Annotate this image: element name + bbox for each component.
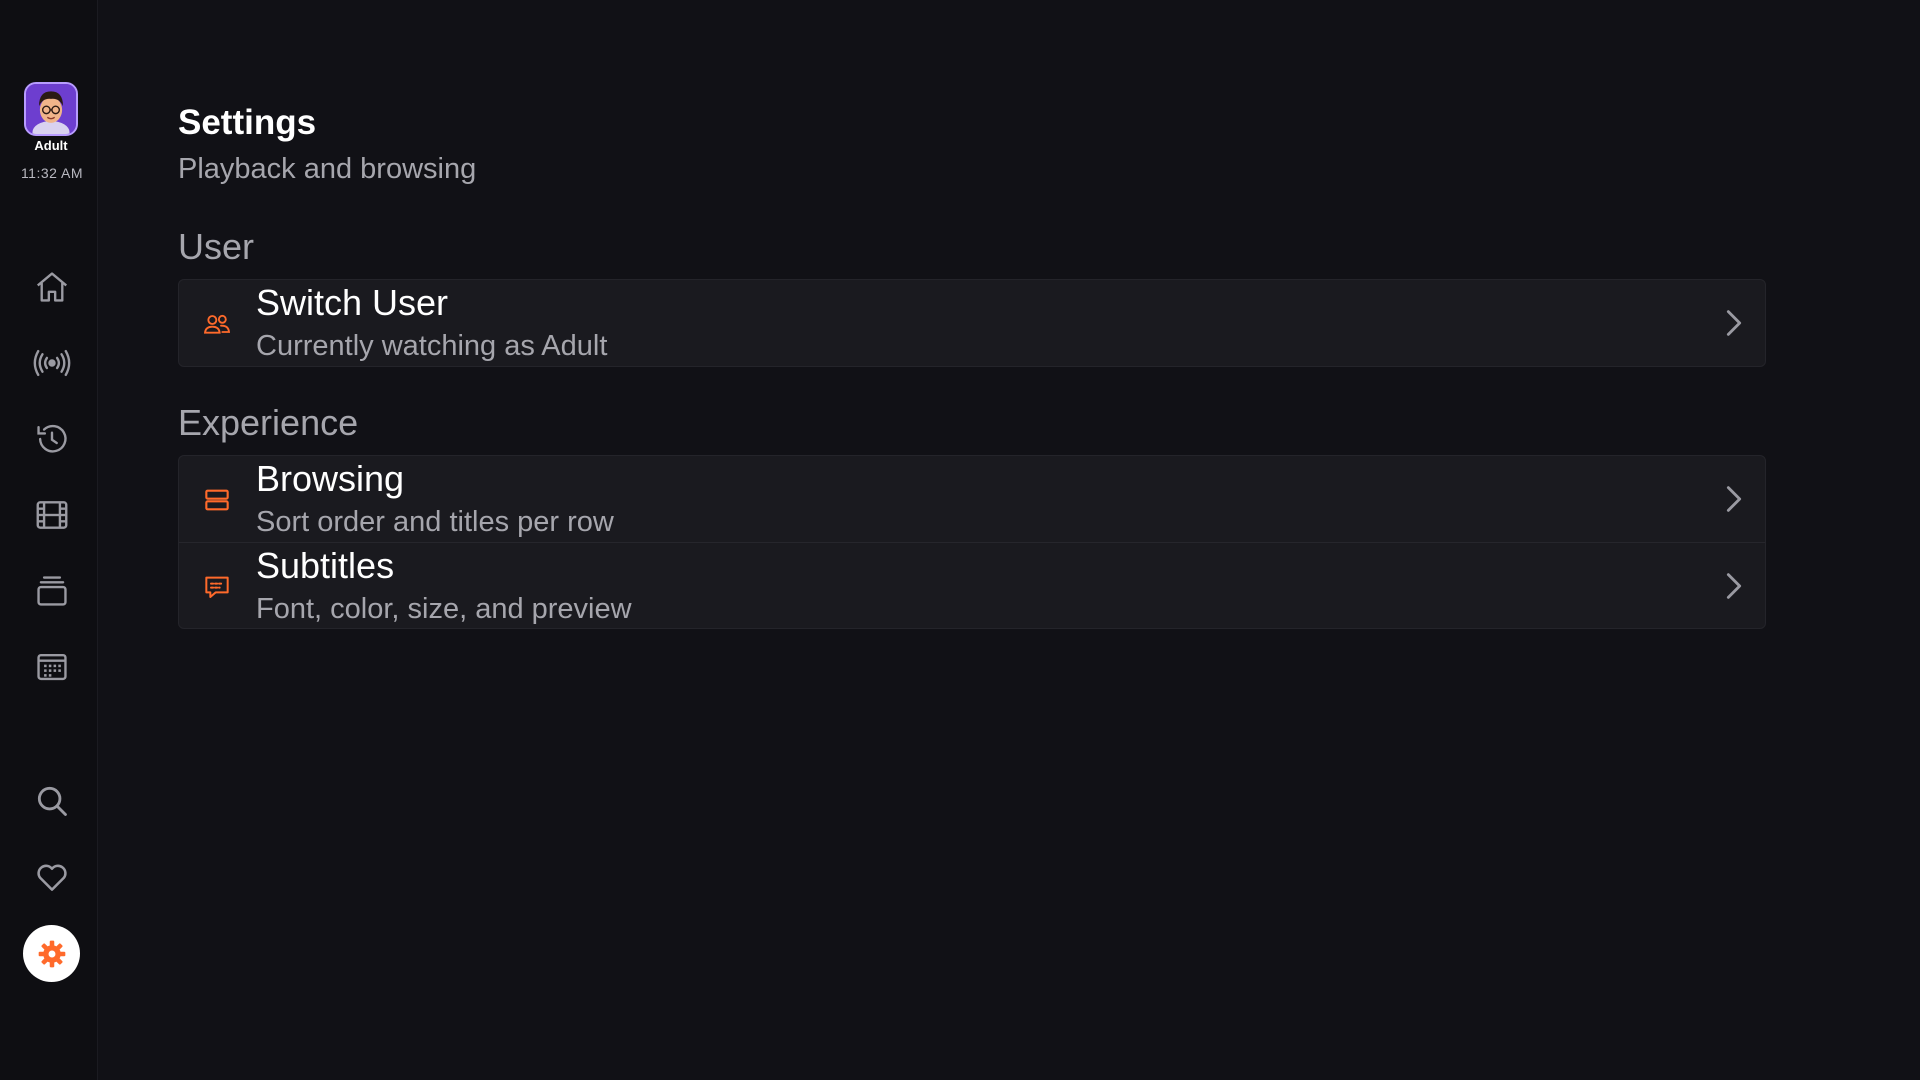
users-icon: [203, 314, 231, 334]
live-broadcast-icon: [33, 349, 71, 377]
chevron-right-icon: [1726, 310, 1742, 336]
page-title: Settings: [178, 103, 317, 142]
nav-settings[interactable]: [23, 925, 80, 982]
nav-history[interactable]: [28, 415, 76, 463]
profile-name: Adult: [34, 138, 68, 153]
rows-icon: [205, 489, 229, 511]
home-icon: [36, 272, 68, 302]
heart-icon: [37, 864, 67, 891]
experience-card: Browsing Sort order and titles per row S…: [178, 455, 1766, 629]
chevron-right-icon: [1726, 486, 1742, 512]
chevron-right-icon: [1726, 573, 1742, 599]
section-label-experience: Experience: [178, 402, 359, 443]
search-icon: [37, 786, 67, 816]
row-description: Sort order and titles per row: [256, 506, 614, 538]
gear-icon: [38, 940, 65, 967]
subtitles-row[interactable]: Subtitles Font, color, size, and preview: [179, 542, 1765, 628]
nav-live[interactable]: [28, 339, 76, 387]
avatar[interactable]: [24, 82, 78, 136]
row-title: Switch User: [256, 282, 449, 323]
row-description: Currently watching as Adult: [256, 330, 608, 362]
page-subtitle: Playback and browsing: [178, 153, 477, 185]
nav-search[interactable]: [28, 777, 76, 825]
switch-user-row[interactable]: Switch User Currently watching as Adult: [179, 280, 1765, 366]
nav-calendar[interactable]: [28, 643, 76, 691]
film-icon: [36, 501, 68, 529]
subtitles-icon: [205, 576, 229, 598]
section-label-user: User: [178, 226, 255, 267]
browsing-row[interactable]: Browsing Sort order and titles per row: [179, 456, 1765, 542]
sidebar: Adult 11:32 AM: [0, 0, 98, 1080]
nav-collections[interactable]: [28, 567, 76, 615]
nav-home[interactable]: [28, 263, 76, 311]
user-card: Switch User Currently watching as Adult: [178, 279, 1766, 367]
collections-icon: [37, 576, 67, 606]
avatar-face-icon: [26, 84, 76, 134]
nav-favorites[interactable]: [28, 853, 76, 901]
history-icon: [37, 424, 67, 453]
row-description: Font, color, size, and preview: [256, 593, 632, 625]
row-title: Browsing: [256, 458, 405, 499]
calendar-icon: [37, 653, 67, 681]
nav-movies[interactable]: [28, 491, 76, 539]
clock: 11:32 AM: [20, 165, 84, 181]
row-title: Subtitles: [256, 545, 395, 586]
